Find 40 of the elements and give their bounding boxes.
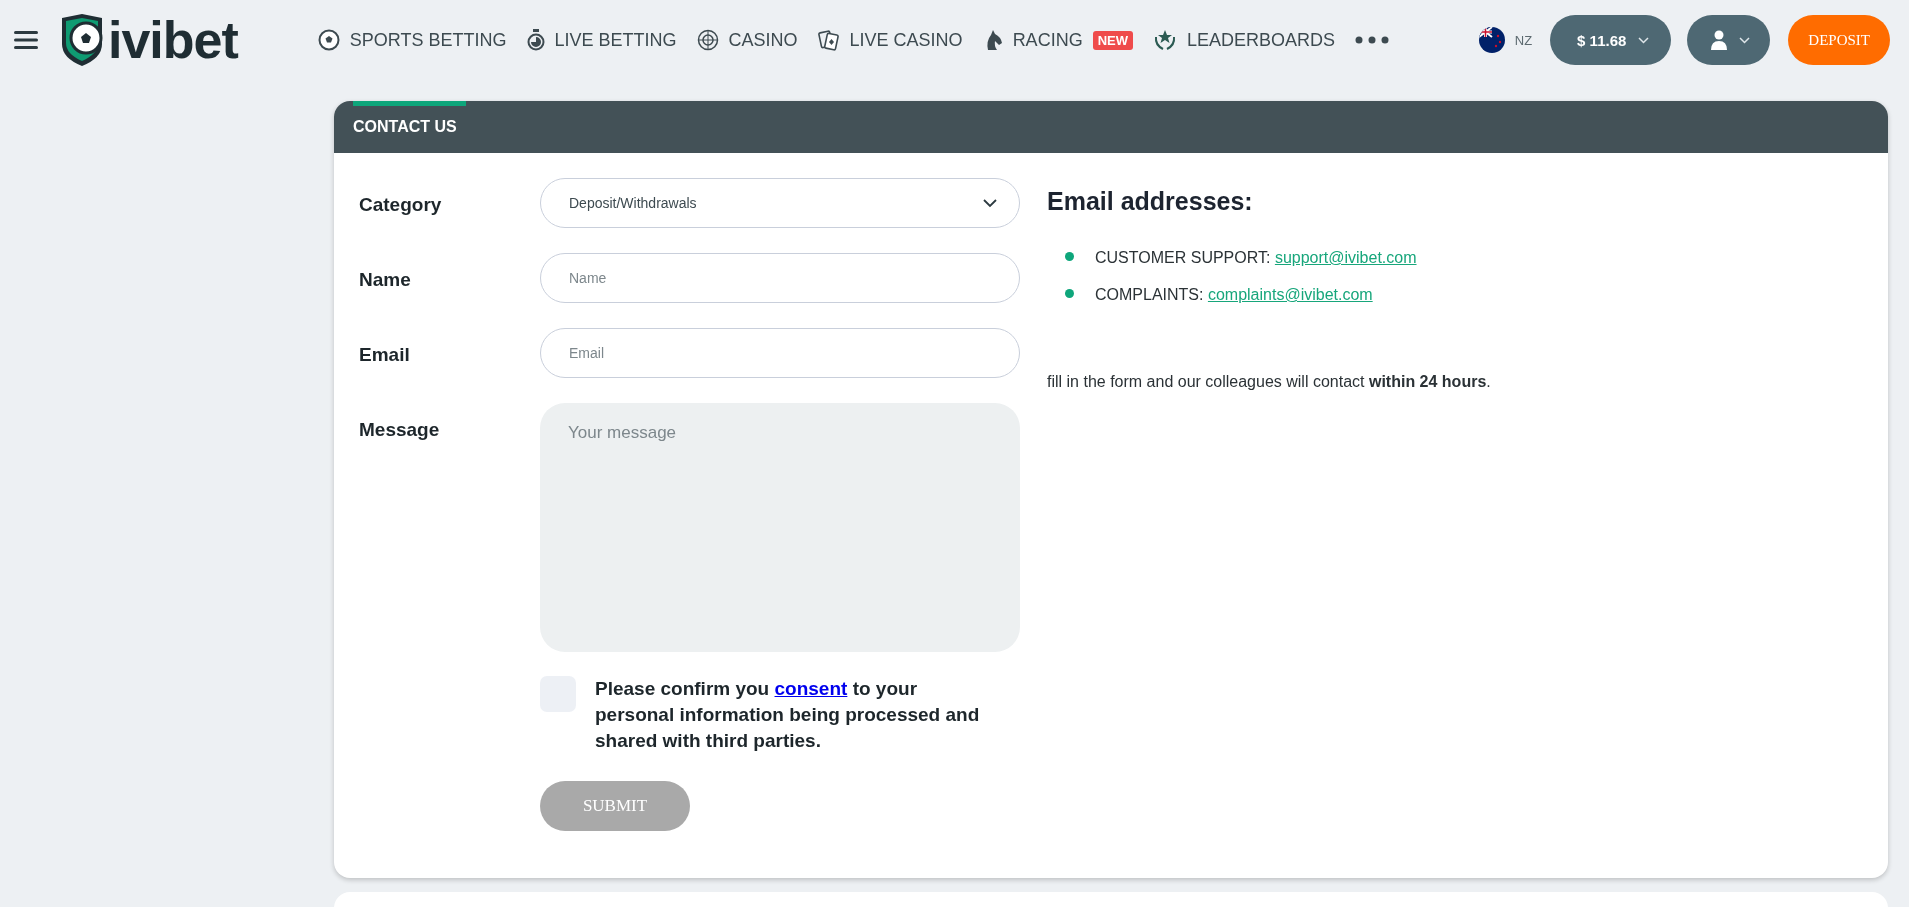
field-label: Category — [359, 193, 443, 216]
account-button[interactable] — [1687, 15, 1771, 65]
playing-cards-icon — [817, 29, 840, 51]
menu-icon[interactable] — [14, 30, 38, 50]
email-item: COMPLAINTS: complaints@ivibet.com — [1095, 286, 1373, 304]
bullet-icon — [1065, 288, 1074, 298]
logo-text[interactable]: ivibet — [108, 10, 238, 70]
more-icon[interactable] — [1355, 36, 1390, 44]
new-badge: NEW — [1092, 30, 1133, 50]
nav-link[interactable]: LEADERBOARDS — [1153, 29, 1336, 51]
chevron-down-icon — [1638, 36, 1650, 44]
field-label: Email — [359, 343, 411, 366]
email-item: CUSTOMER SUPPORT: support@ivibet.com — [1095, 249, 1417, 267]
nav-link[interactable]: RACING NEW — [982, 29, 1133, 51]
nav-link[interactable]: CASINO — [696, 29, 798, 51]
chevron-down-icon — [1739, 36, 1751, 44]
balance-button[interactable]: $ 11.68 — [1550, 15, 1672, 65]
laurel-star-icon — [1153, 29, 1177, 51]
chevron-down-icon — [983, 198, 997, 208]
message-field[interactable]: Your message — [540, 403, 1020, 652]
nav-link[interactable]: LIVE CASINO — [817, 29, 963, 51]
card-title: CONTACT US — [353, 118, 457, 136]
stopwatch-icon — [526, 29, 545, 51]
note-text: fill in the form and our colleagues will contact within 24 hours. — [1047, 373, 1492, 391]
input-field[interactable]: Name — [540, 253, 1020, 303]
consent-text: Please confirm you consent to your personal information being processed and shared with third parties. — [595, 677, 981, 753]
category-dropdown[interactable]: Deposit/Withdrawals — [540, 178, 1020, 228]
input-field[interactable]: Email — [540, 328, 1020, 378]
roulette-icon — [696, 29, 719, 51]
field-label: Name — [359, 268, 412, 291]
bullet-icon — [1065, 251, 1074, 261]
nav-link[interactable]: LIVE BETTING — [526, 29, 677, 51]
flag-icon[interactable] — [1478, 27, 1505, 53]
nav-link[interactable]: SPORTS BETTING — [317, 29, 507, 51]
field-label: Message — [359, 418, 441, 441]
region-label: NZ — [1514, 32, 1533, 48]
soccer-ball-icon — [317, 29, 340, 51]
user-icon — [1711, 30, 1728, 50]
info-heading: Email addresses: — [1047, 187, 1254, 216]
consent-link[interactable]: consent — [774, 678, 848, 699]
